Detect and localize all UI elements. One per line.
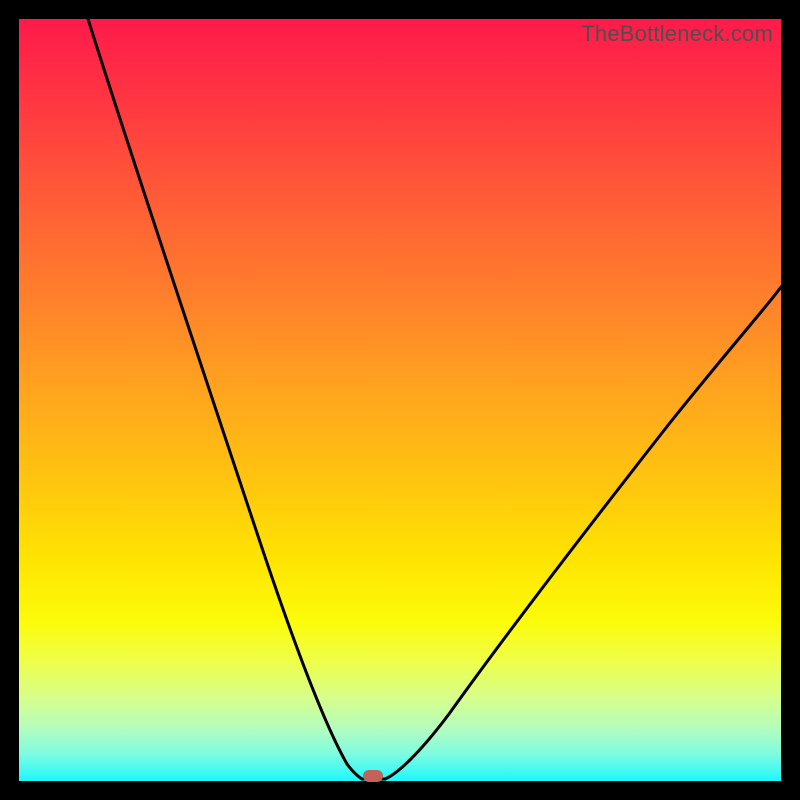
curve-svg: [19, 19, 781, 781]
optimal-marker: [363, 770, 383, 782]
right-branch-path: [385, 287, 781, 779]
left-branch-path: [88, 19, 362, 779]
chart-frame: TheBottleneck.com: [19, 19, 781, 781]
